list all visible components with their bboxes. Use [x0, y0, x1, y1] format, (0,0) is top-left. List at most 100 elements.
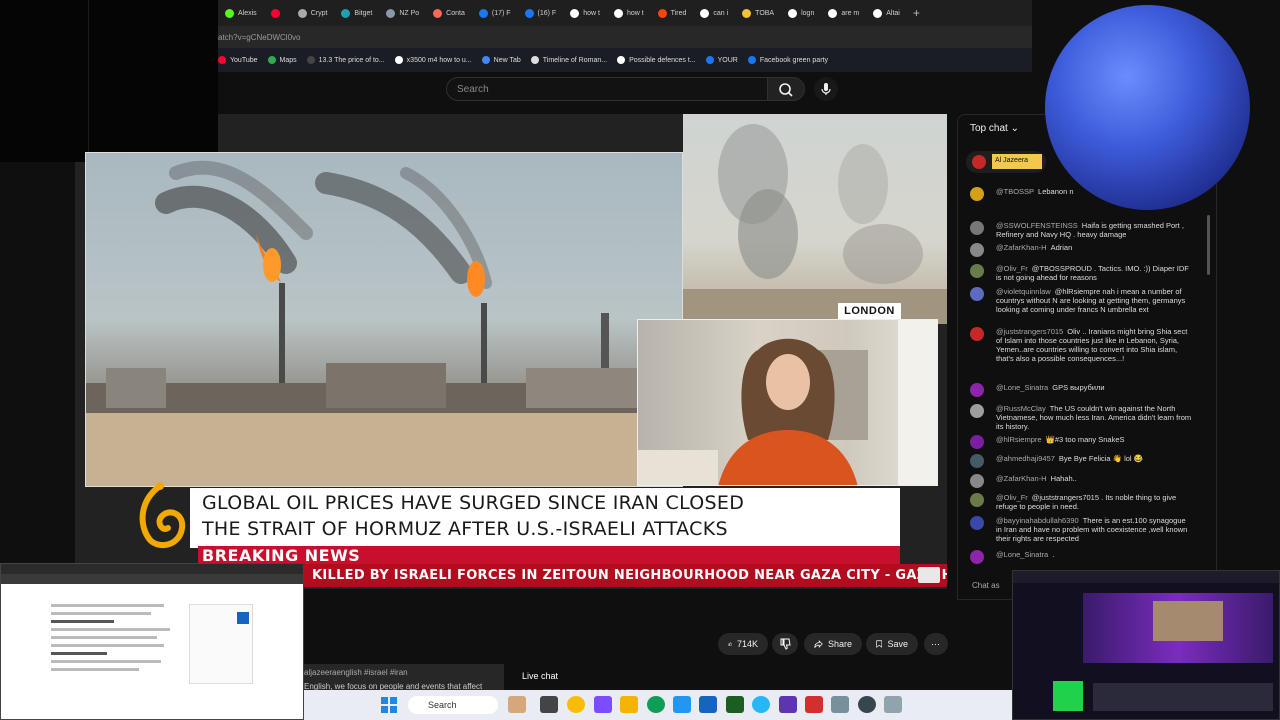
- chat-message[interactable]: @Oliv_Fr @TBOSSPROUD . Tactics. IMO. :)) …: [970, 264, 1192, 282]
- share-button[interactable]: Share: [804, 633, 862, 655]
- browser-tab[interactable]: can i: [693, 0, 735, 26]
- chat-text: Lebanon n: [1038, 187, 1074, 196]
- chat-message[interactable]: @ZafarKhan-H Hahah..: [970, 474, 1192, 488]
- weather-icon[interactable]: [508, 696, 526, 713]
- bookmark-item[interactable]: YouTube: [218, 56, 258, 64]
- browser-tab[interactable]: (17) F: [472, 0, 518, 26]
- app-icon[interactable]: [594, 696, 612, 713]
- save-button[interactable]: Save: [866, 633, 918, 655]
- discord-icon[interactable]: [779, 696, 797, 713]
- like-button[interactable]: 714K: [718, 633, 768, 655]
- chat-author[interactable]: @TBOSSP: [996, 187, 1034, 196]
- chat-author[interactable]: @Oliv_Fr: [996, 493, 1028, 502]
- terminal-icon[interactable]: [726, 696, 744, 713]
- bookmark-item[interactable]: New Tab: [481, 56, 521, 64]
- avatar: [970, 516, 984, 530]
- new-tab-button[interactable]: +: [907, 6, 926, 20]
- bookmark-item[interactable]: YOUR: [705, 56, 738, 64]
- bookmark-item[interactable]: x3500 m4 how to u...: [394, 56, 472, 64]
- bookmark-item[interactable]: Timeline of Roman...: [530, 56, 607, 64]
- telegram-icon[interactable]: [752, 696, 770, 713]
- bookmark-item[interactable]: Maps: [267, 56, 297, 64]
- browser-tab[interactable]: how t: [607, 0, 651, 26]
- avatar: [970, 243, 984, 257]
- photos-icon[interactable]: [884, 696, 902, 713]
- background-desktop-pane: [0, 0, 218, 162]
- obs-icon[interactable]: [858, 696, 876, 713]
- chat-message[interactable]: @Lone_Sinatra.: [970, 550, 1192, 564]
- chat-scrollbar[interactable]: [1207, 215, 1210, 275]
- chat-message[interactable]: @SSWOLFENSTEINSS Haifa is getting smashed…: [970, 221, 1192, 239]
- search-button[interactable]: [767, 77, 805, 101]
- browser-tab[interactable]: NZ Po: [379, 0, 426, 26]
- edge-icon[interactable]: [647, 696, 665, 713]
- bookmark-item[interactable]: 13.3 The price of to...: [306, 56, 385, 64]
- search-input[interactable]: Search: [446, 77, 768, 101]
- taskbar-search[interactable]: Search: [408, 696, 498, 714]
- browser-tab[interactable]: are m: [821, 0, 866, 26]
- pinned-message[interactable]: Al Jazeera: [966, 151, 1046, 173]
- browser-tab[interactable]: Altai: [866, 0, 907, 26]
- top-chat-dropdown[interactable]: Top chat ⌄: [970, 123, 1019, 134]
- chat-message[interactable]: @bayyinahabdullah6390 There is an est.100…: [970, 516, 1192, 543]
- crypto-icon: [297, 8, 307, 18]
- browser-tab-label: NZ Po: [399, 9, 420, 17]
- dislike-button[interactable]: [772, 633, 798, 655]
- chat-text: Adrian: [1050, 243, 1073, 252]
- chat-author[interactable]: @violetquinnlaw: [996, 287, 1051, 296]
- pdf-icon[interactable]: [805, 696, 823, 713]
- chat-author[interactable]: @Lone_Sinatra: [996, 383, 1048, 392]
- browser-tab[interactable]: Tired: [651, 0, 694, 26]
- chat-message[interactable]: @hlRsiempre 👑#3 too many SnakeS: [970, 435, 1192, 449]
- browser-tab[interactable]: (16) F: [518, 0, 564, 26]
- chat-message[interactable]: @violetquinnlaw @hlRsiempre nah i mean a …: [970, 287, 1192, 314]
- store-icon[interactable]: [673, 696, 691, 713]
- voice-search-button[interactable]: [814, 77, 838, 101]
- calendar-icon[interactable]: [699, 696, 717, 713]
- chat-message-body: @ZafarKhan-H Adrian: [996, 243, 1192, 252]
- chat-author[interactable]: @Oliv_Fr: [996, 264, 1028, 273]
- chat-message[interactable]: @ahmedhaji9457 Bye Bye Felicia 👋 lol 😂: [970, 454, 1192, 468]
- chat-message[interactable]: @RussMcClay The US couldn't win against t…: [970, 404, 1192, 431]
- facebook-icon: [478, 8, 488, 18]
- chat-message[interactable]: @ZafarKhan-H Adrian: [970, 243, 1192, 257]
- chat-author[interactable]: @Lone_Sinatra: [996, 550, 1048, 559]
- chat-author[interactable]: @ZafarKhan-H: [996, 474, 1047, 483]
- browser-tab[interactable]: [264, 0, 291, 26]
- chat-message[interactable]: @Oliv_Fr @juststrangers7015 . Its noble t…: [970, 493, 1192, 511]
- browser-tab[interactable]: TOBA: [735, 0, 781, 26]
- browser-tab[interactable]: how t: [563, 0, 607, 26]
- location-label: LONDON: [838, 303, 901, 319]
- chrome-icon[interactable]: [567, 696, 585, 713]
- browser-tab[interactable]: Conta: [426, 0, 472, 26]
- browser-tab[interactable]: Crypt: [291, 0, 335, 26]
- task-view-icon[interactable]: [540, 696, 558, 713]
- browser-tab[interactable]: logn: [781, 0, 821, 26]
- bookmark-item[interactable]: Facebook green party: [747, 56, 828, 64]
- chat-author[interactable]: @hlRsiempre: [996, 435, 1042, 444]
- more-actions-button[interactable]: ⋯: [924, 633, 948, 655]
- stream-window-thumbnail[interactable]: [1012, 570, 1280, 720]
- browser-tab-label: are m: [841, 9, 860, 17]
- chat-author[interactable]: @bayyinahabdullah6390: [996, 516, 1079, 525]
- chat-author[interactable]: @RussMcClay: [996, 404, 1046, 413]
- chat-author[interactable]: @SSWOLFENSTEINSS: [996, 221, 1078, 230]
- chat-author[interactable]: @juststrangers7015: [996, 327, 1063, 336]
- video-description[interactable]: aljazeeraenglish #israel #iran English, …: [304, 664, 504, 691]
- document-window-thumbnail[interactable]: [0, 563, 304, 720]
- bookmark-item[interactable]: Possible defences t...: [617, 56, 696, 64]
- chat-message[interactable]: @Lone_Sinatra GPS вырубили: [970, 383, 1192, 397]
- avatar: [970, 287, 984, 301]
- address-bar[interactable]: atch?v=gCNeDWCl0vo: [218, 26, 1032, 48]
- browser-tab[interactable]: Bitget: [334, 0, 379, 26]
- avatar: [970, 454, 984, 468]
- live-chat-tab[interactable]: Live chat: [512, 668, 632, 688]
- browser-tab[interactable]: Alexis: [218, 0, 264, 26]
- folder-icon[interactable]: [620, 696, 638, 713]
- start-button[interactable]: [381, 697, 397, 713]
- settings-icon[interactable]: [831, 696, 849, 713]
- bookmark-favicon-icon: [617, 56, 626, 64]
- chat-author[interactable]: @ahmedhaji9457: [996, 454, 1055, 463]
- chat-author[interactable]: @ZafarKhan-H: [996, 243, 1047, 252]
- chat-message[interactable]: @juststrangers7015 Oliv .. Iranians might…: [970, 327, 1192, 363]
